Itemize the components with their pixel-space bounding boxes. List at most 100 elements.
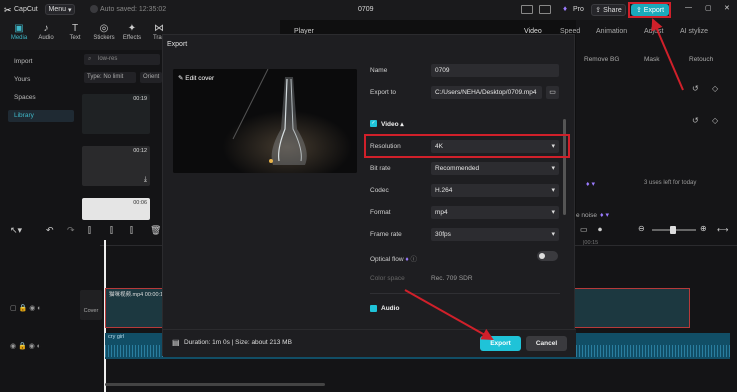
media-thumb[interactable]: 00:19 [82, 94, 150, 134]
sidebar-item-library[interactable]: Library [8, 110, 74, 122]
sidebar-item-spaces[interactable]: Spaces [8, 92, 74, 104]
optical-flow-toggle[interactable] [537, 251, 558, 261]
export-info: Duration: 1m 0s | Size: about 213 MB [184, 339, 292, 346]
codec-value: H.264 [435, 187, 453, 194]
framerate-select[interactable]: 30fps ▾ [431, 228, 559, 241]
cover-image [173, 69, 357, 173]
layout-icon[interactable] [521, 5, 533, 14]
timeline-scrollbar[interactable] [105, 383, 325, 386]
search-icon: ⌕ [88, 56, 92, 62]
bitrate-label: Bit rate [370, 165, 391, 172]
orient-filter[interactable]: Orient [140, 72, 162, 83]
video-section-title[interactable]: Video ▴ [381, 120, 404, 128]
folder-button[interactable]: ▭ [546, 86, 559, 99]
zoom-slider[interactable] [652, 226, 696, 234]
color-space-value: Rec. 709 SDR [431, 275, 473, 282]
pro-label[interactable]: Pro [573, 6, 584, 13]
folder-icon: ▭ [549, 89, 556, 96]
video-checkbox[interactable]: ✓ [370, 120, 377, 127]
audio-checkbox[interactable] [370, 305, 377, 312]
subtab-retouch[interactable]: Retouch [689, 56, 713, 63]
reset-icon[interactable]: ↺ [692, 84, 699, 93]
tool-text[interactable]: T Text [62, 23, 88, 41]
split-left-icon[interactable]: ⫿ [110, 225, 113, 236]
export-to-label: Export to [370, 89, 397, 96]
export-path-field[interactable]: C:/Users/NEHA/Desktop/0709.mp4 [431, 86, 542, 99]
cover-preview[interactable]: ✎ Edit cover [173, 69, 357, 173]
chevron-down-icon: ▾ [551, 187, 555, 194]
share-button[interactable]: ⇪ Share [591, 4, 626, 16]
tool-effects[interactable]: ✦ Effects [119, 23, 145, 41]
cover-button[interactable]: Cover [80, 290, 102, 320]
close-icon[interactable]: ✕ [724, 4, 730, 12]
preview-icon[interactable]: ▭ [580, 225, 588, 234]
mic-icon[interactable]: ⏺ [598, 225, 602, 235]
format-select[interactable]: mp4 ▾ [431, 206, 559, 219]
info-icon[interactable]: ⓘ [409, 256, 418, 263]
chevron-down-icon: ▾ [551, 231, 555, 238]
color-space-label: Color space [370, 275, 405, 282]
media-icon: ▣ [14, 23, 24, 34]
tool-stickers[interactable]: ◎ Stickers [91, 23, 117, 41]
maximize-icon[interactable]: ▢ [705, 4, 712, 12]
stickers-icon: ◎ [99, 23, 109, 34]
type-filter[interactable]: Type: No limit [84, 72, 136, 83]
redo-icon[interactable]: ↷ [67, 225, 75, 236]
audio-section-title[interactable]: Audio [381, 305, 399, 312]
minimize-icon[interactable]: — [685, 4, 692, 11]
clip-label: 猫咪视频.mp4 00:00:16 [109, 292, 167, 298]
diamond-pro-icon: ♦ ▾ [586, 181, 596, 188]
select-tool-icon[interactable]: ↖▾ [10, 225, 22, 236]
export-path-value: C:/Users/NEHA/Desktop/0709.mp4 [435, 89, 537, 96]
split-right-icon[interactable]: ⫿ [130, 225, 133, 236]
name-value: 0709 [435, 67, 450, 74]
sidebar-item-yours[interactable]: Yours [8, 74, 74, 86]
thumb-duration: 00:19 [133, 96, 147, 102]
sidebar-item-import[interactable]: Import [8, 56, 74, 68]
subtab-remove-bg[interactable]: Remove BG [584, 56, 619, 63]
tab-adjust[interactable]: Adjust [644, 28, 663, 35]
cancel-button[interactable]: Cancel [526, 336, 567, 351]
tool-label: Effects [122, 35, 142, 41]
keyframe-icon[interactable]: ◇ [712, 116, 718, 125]
tab-animation[interactable]: Animation [596, 28, 627, 35]
dialog-title: Export [167, 41, 188, 48]
subtab-mask[interactable]: Mask [644, 56, 660, 63]
fit-icon[interactable]: ⟷ [717, 225, 728, 234]
audio-track-icons[interactable]: ◉ 🔒 ◉ ◐ [10, 342, 41, 350]
tab-ai-stylize[interactable]: AI stylize [680, 28, 708, 35]
media-area: ⌕ low-res Type: No limit Orient 00:19 00… [78, 50, 162, 220]
menu-button[interactable]: Menu ▾ [45, 4, 75, 15]
undo-icon[interactable]: ↶ [46, 225, 54, 236]
name-label: Name [370, 67, 388, 74]
orient-filter-label: Orient [143, 74, 160, 80]
format-value: mp4 [435, 209, 448, 216]
chevron-up-icon: ▴ [398, 121, 404, 128]
delete-icon[interactable]: 🗑 [150, 225, 161, 236]
split-icon[interactable]: ⫿ [88, 225, 91, 236]
export-button[interactable]: Export [480, 336, 521, 351]
share-label: Share [603, 6, 622, 14]
codec-select[interactable]: H.264 ▾ [431, 184, 559, 197]
media-thumb[interactable]: 00:12 ⤓ [82, 146, 150, 186]
framerate-label: Frame rate [370, 231, 402, 238]
download-icon[interactable]: ⤓ [144, 176, 147, 184]
bitrate-select[interactable]: Recommended ▾ [431, 162, 559, 175]
shortcut-icon[interactable] [539, 5, 551, 14]
zoom-in-icon[interactable]: ⊕ [700, 224, 707, 233]
name-field[interactable]: 0709 [431, 64, 559, 77]
tool-media[interactable]: ▣ Media [6, 23, 32, 41]
zoom-slider-handle[interactable] [670, 226, 676, 234]
media-thumb[interactable]: 00:06 [82, 198, 150, 220]
track-lock-icon[interactable]: ▢ 🔒 ◉ ◐ [10, 304, 42, 312]
keyframe-icon[interactable]: ◇ [712, 84, 718, 93]
film-icon: ▤ [172, 338, 180, 347]
tool-label: Media [10, 35, 28, 41]
export-button-label: Export [490, 340, 511, 347]
reset-icon[interactable]: ↺ [692, 116, 699, 125]
zoom-out-icon[interactable]: ⊖ [638, 224, 645, 233]
search-input[interactable]: ⌕ low-res [84, 54, 160, 65]
edit-cover-button[interactable]: ✎ Edit cover [178, 74, 214, 82]
tool-audio[interactable]: ♪ Audio [33, 23, 59, 41]
app-name: CapCut [14, 6, 38, 13]
